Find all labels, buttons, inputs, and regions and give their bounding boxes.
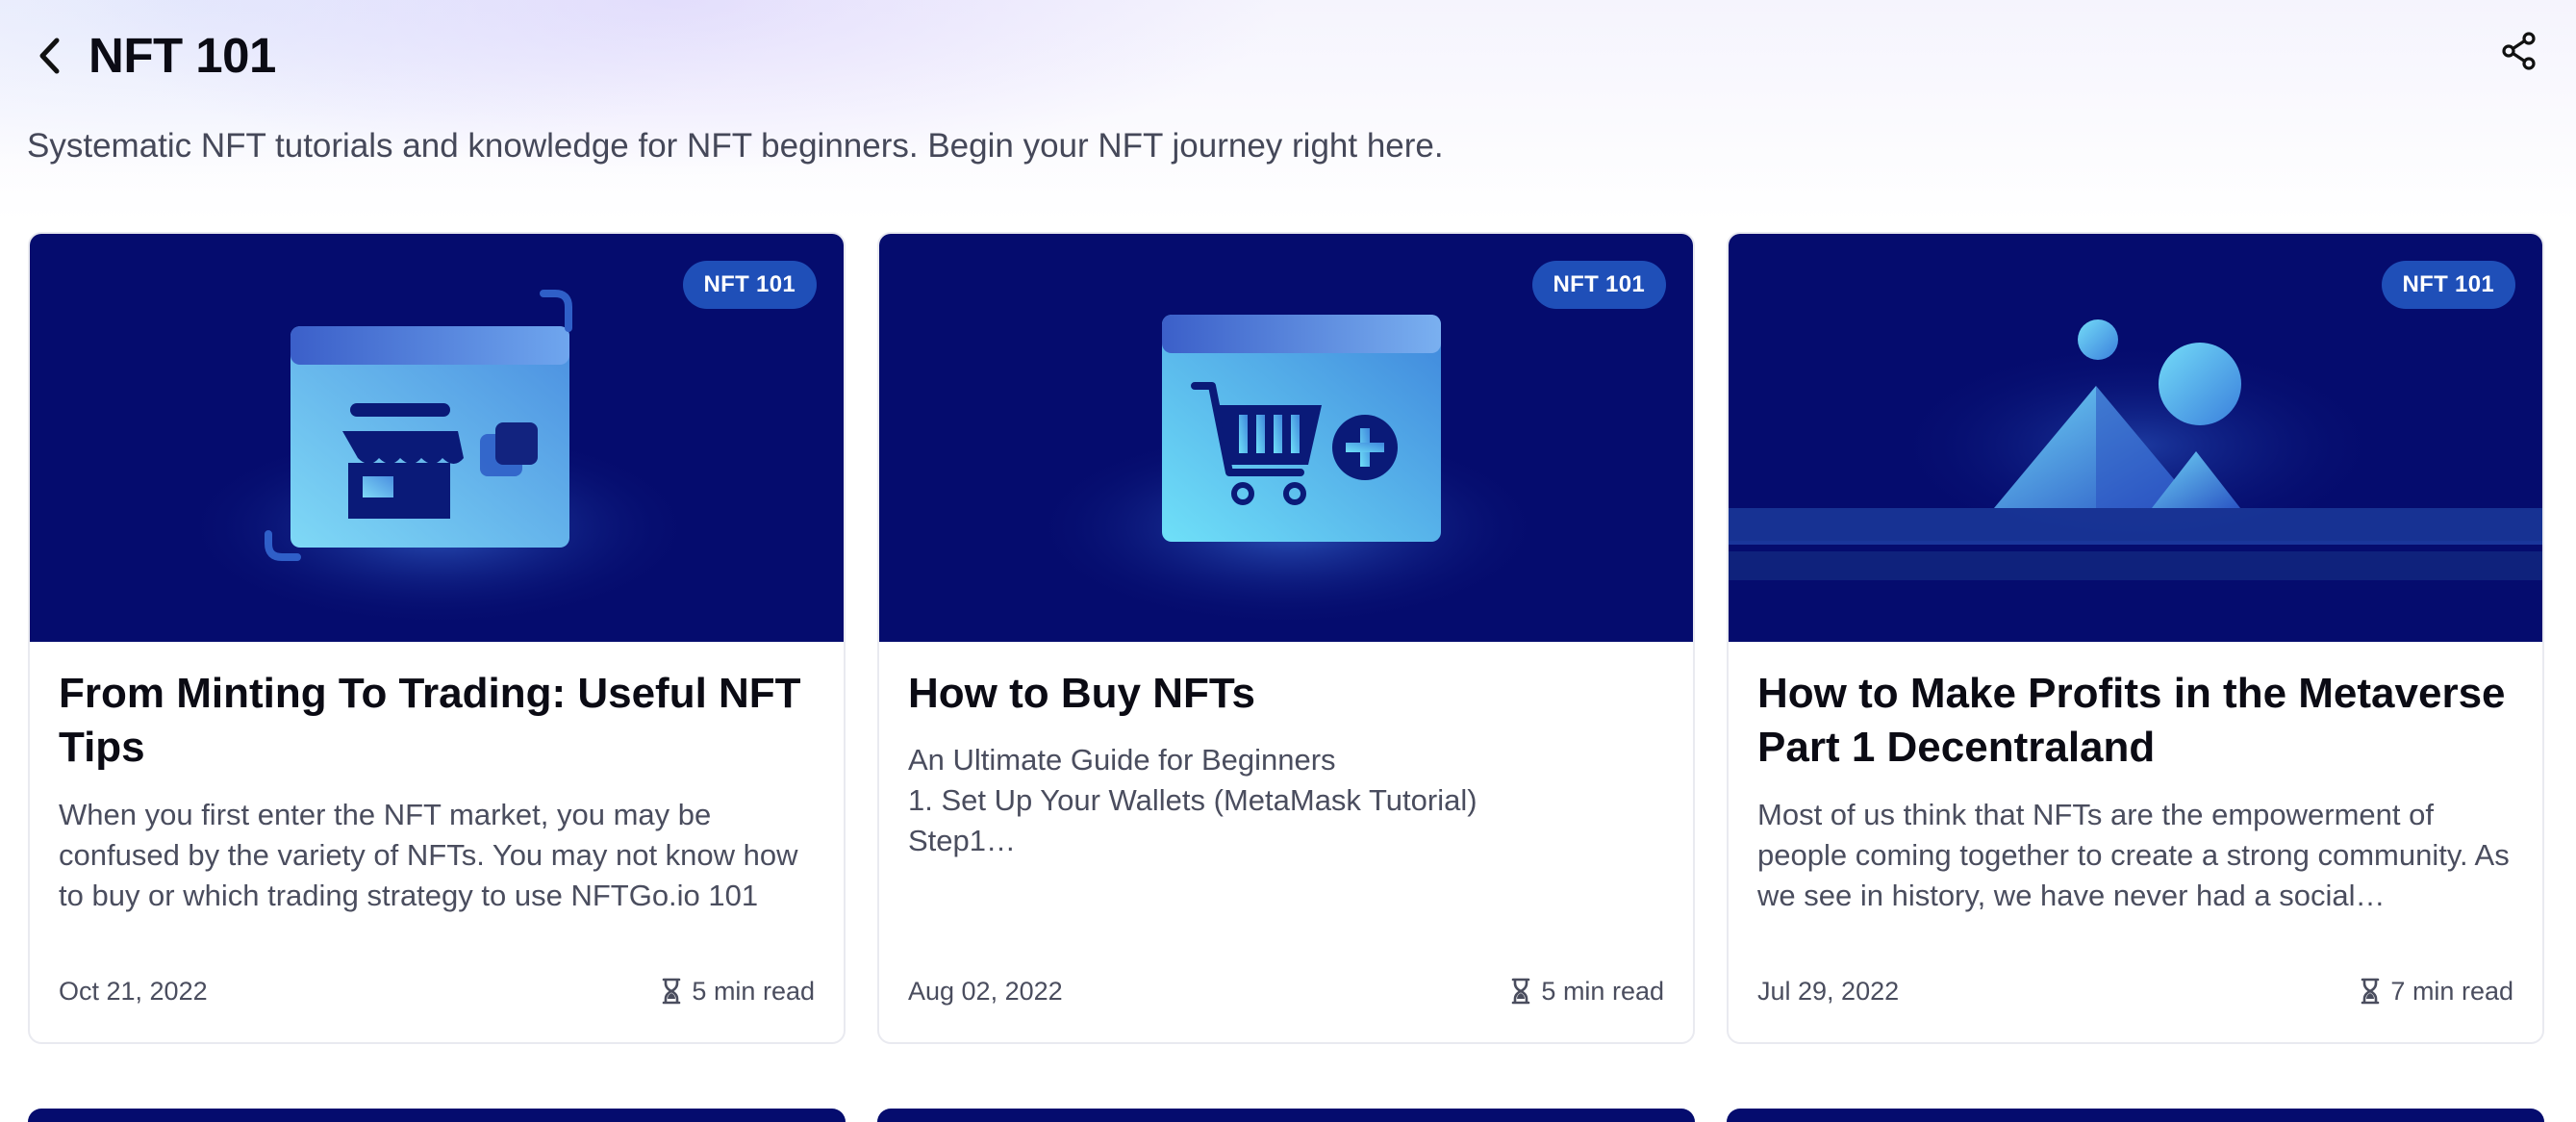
hourglass-icon bbox=[1512, 978, 1530, 1005]
back-button[interactable] bbox=[29, 35, 71, 77]
chevron-left-icon bbox=[39, 38, 60, 74]
card-date: Jul 29, 2022 bbox=[1757, 977, 1900, 1006]
category-badge: NFT 101 bbox=[682, 261, 817, 309]
category-badge: NFT 101 bbox=[1531, 261, 1666, 309]
card-thumbnail: NFT 101 bbox=[879, 234, 1693, 642]
read-time: 7 min read bbox=[2360, 975, 2513, 1007]
share-icon bbox=[2502, 32, 2536, 70]
excerpt-line: An Ultimate Guide for Beginners bbox=[908, 743, 1336, 777]
card-excerpt: Most of us think that NFTs are the empow… bbox=[1757, 798, 2510, 912]
card-thumbnail: NFT 101 bbox=[30, 234, 844, 642]
nft-101-page: NFT 101 Systematic NFT tutorials and kno… bbox=[0, 0, 2576, 1122]
hourglass-icon bbox=[663, 978, 681, 1005]
card-title: How to Buy NFTs bbox=[908, 670, 1255, 717]
page-title: NFT 101 bbox=[88, 28, 276, 83]
article-card[interactable]: NFT 101 From Minting To Trading: Useful … bbox=[28, 232, 846, 1044]
read-time: 5 min read bbox=[661, 975, 815, 1007]
article-card-partial[interactable] bbox=[877, 1109, 1695, 1122]
card-excerpt: When you first enter the NFT market, you… bbox=[59, 798, 798, 912]
article-card-partial[interactable] bbox=[28, 1109, 846, 1122]
article-card[interactable]: NFT 101 How to Buy NFTs An Ultimate Guid… bbox=[877, 232, 1695, 1044]
read-time: 5 min read bbox=[1510, 975, 1664, 1007]
category-badge: NFT 101 bbox=[2381, 261, 2515, 309]
card-title: How to Make Profits in the Metaverse Par… bbox=[1757, 670, 2506, 771]
excerpt-line: 1. Set Up Your Wallets (MetaMask Tutoria… bbox=[908, 783, 1477, 817]
read-time-label: 5 min read bbox=[692, 977, 815, 1006]
page-subtitle: Systematic NFT tutorials and knowledge f… bbox=[27, 127, 1444, 165]
card-excerpt: An Ultimate Guide for Beginners 1. Set U… bbox=[908, 740, 1668, 861]
card-date: Oct 21, 2022 bbox=[59, 977, 208, 1006]
page-header: NFT 101 bbox=[0, 0, 2576, 115]
card-title: From Minting To Trading: Useful NFT Tips bbox=[59, 670, 801, 771]
article-card-partial[interactable] bbox=[1727, 1109, 2544, 1122]
read-time-label: 7 min read bbox=[2390, 977, 2513, 1006]
share-button[interactable] bbox=[2497, 29, 2541, 73]
read-time-label: 5 min read bbox=[1541, 977, 1664, 1006]
card-date: Aug 02, 2022 bbox=[908, 977, 1063, 1006]
excerpt-line: Step1… bbox=[908, 824, 1017, 857]
card-thumbnail: NFT 101 bbox=[1729, 234, 2542, 642]
hourglass-icon bbox=[2361, 978, 2380, 1005]
article-card[interactable]: NFT 101 How to Make Profits in the Metav… bbox=[1727, 232, 2544, 1044]
